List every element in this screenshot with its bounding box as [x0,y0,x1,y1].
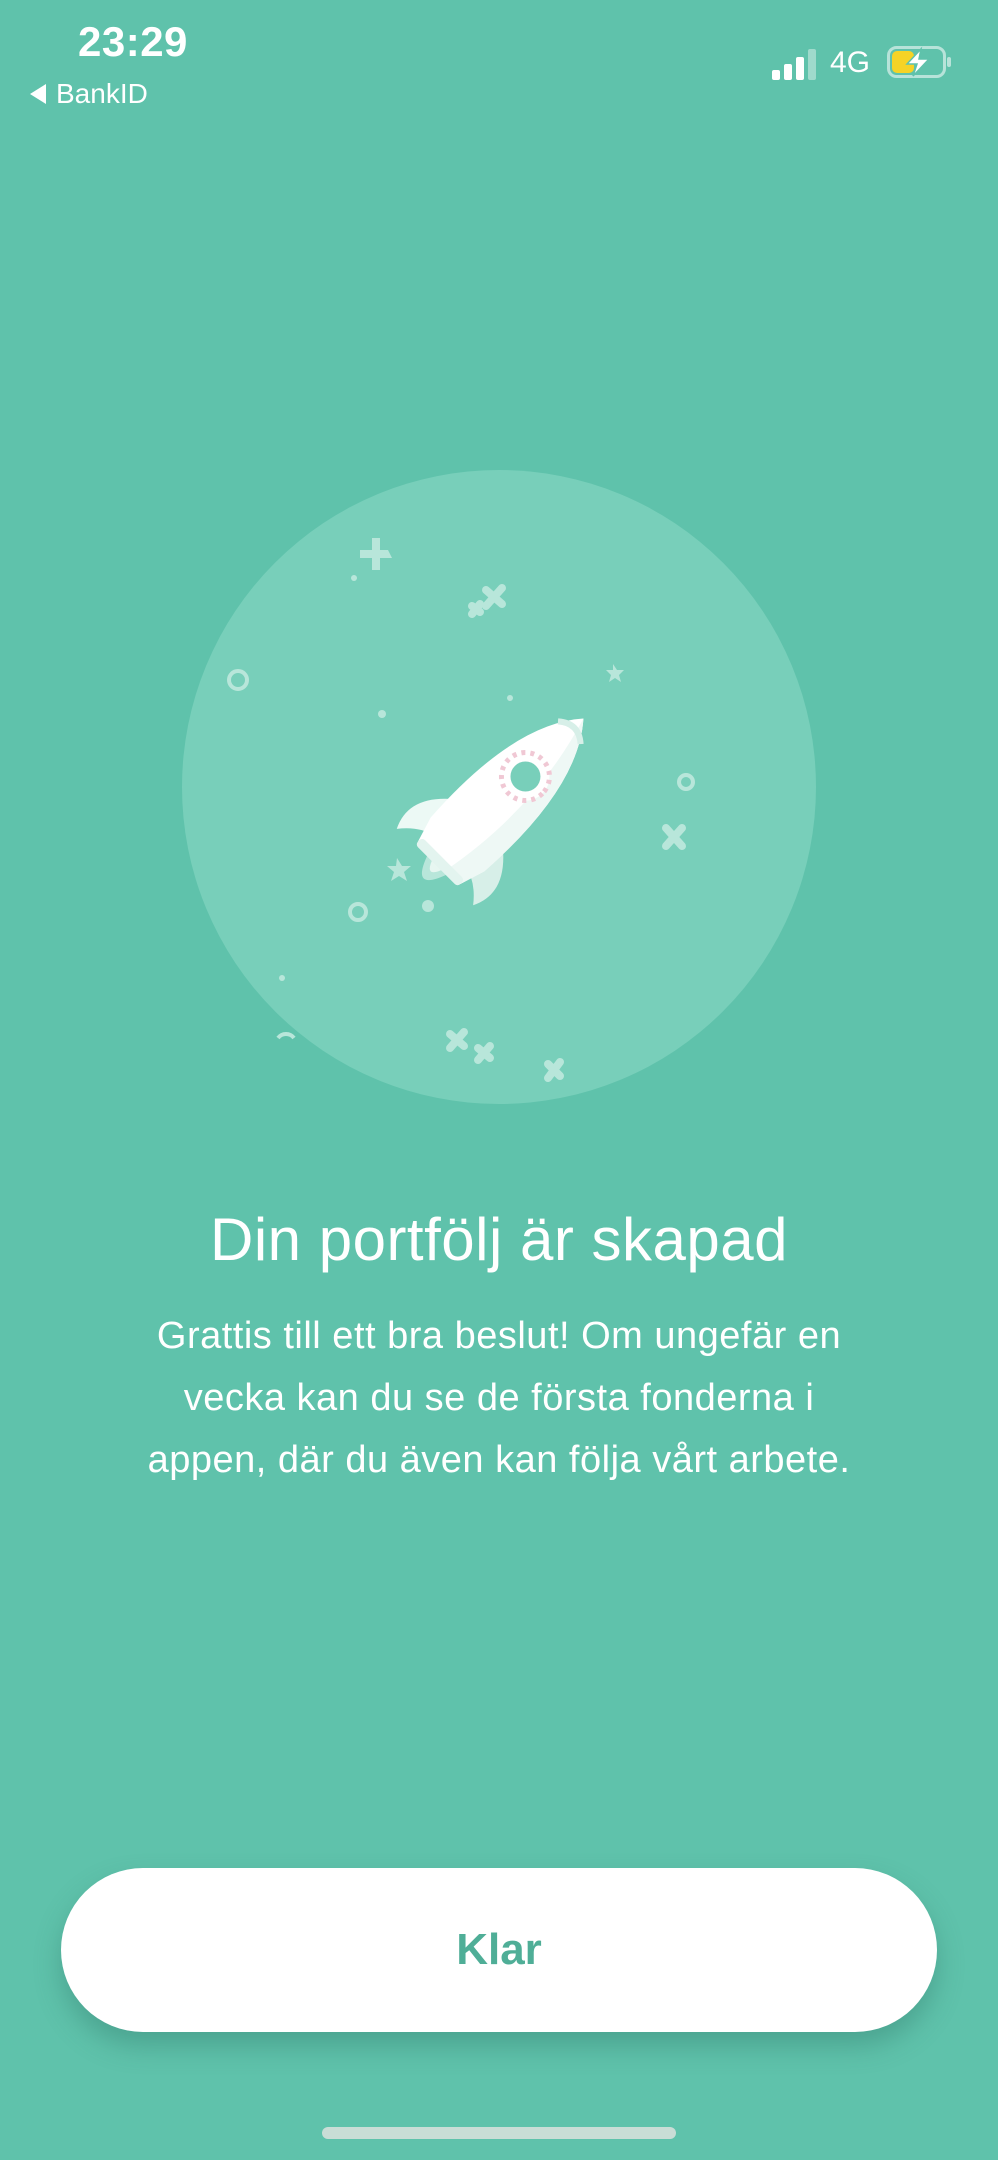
home-indicator[interactable] [322,2127,676,2139]
cross-icon [482,584,506,610]
done-button[interactable]: Klar [61,1868,937,2032]
message-line: vecka kan du se de första fonderna i [183,1377,815,1419]
battery-charging-icon [887,46,951,78]
cellular-signal-icon [772,49,816,80]
message-line: Grattis till ett bra beslut! Om ungefär … [156,1315,842,1357]
network-type: 4G [830,46,871,79]
status-time: 23:29 [78,18,188,65]
back-arrow-icon [30,84,46,104]
page-title: Din portfölj är skapad [210,1206,788,1273]
rocket-illustration [227,538,695,1082]
message-line: appen, där du även kan följa vårt arbete… [147,1439,851,1481]
back-to-bankid-link[interactable]: BankID [30,78,148,110]
confirmation-message: Grattis till ett bra beslut! Om ungefär … [60,1305,938,1491]
plus-icon [360,538,392,570]
back-link-label: BankID [56,78,148,109]
status-bar: 23:29 BankID 4G [0,0,998,120]
cross-icon [662,824,686,850]
